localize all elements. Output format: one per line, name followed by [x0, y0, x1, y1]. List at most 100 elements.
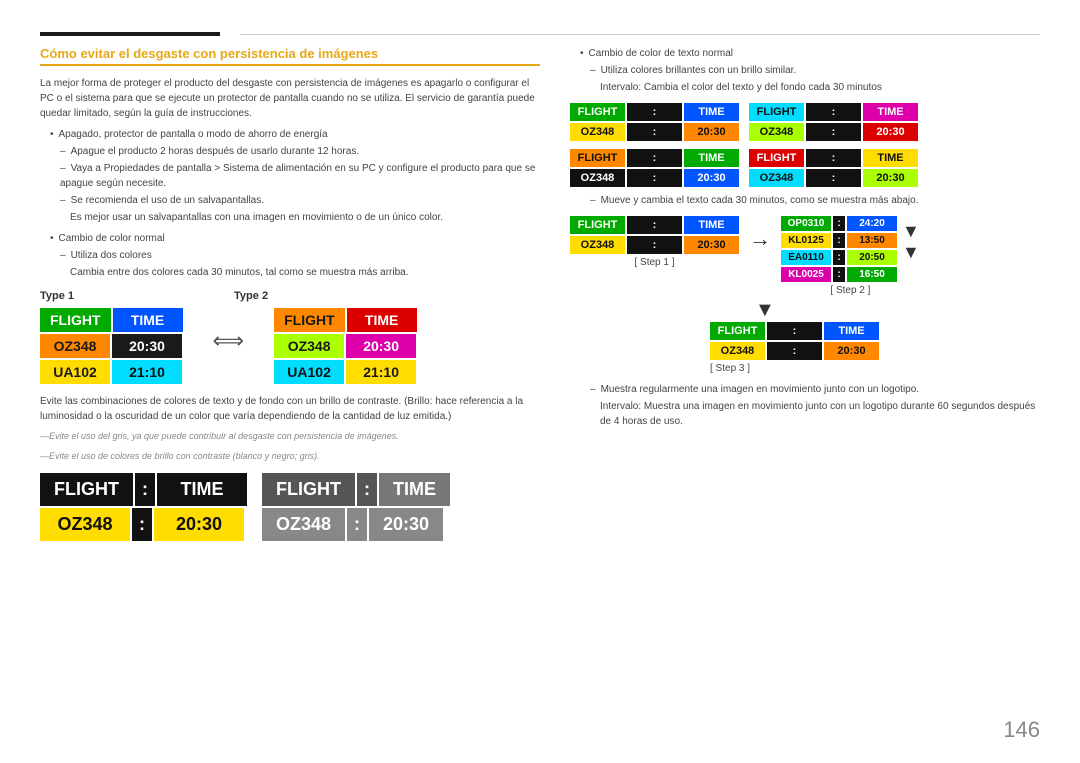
bb2-oz348: OZ348: [262, 508, 345, 541]
s3-flight: FLIGHT: [710, 322, 765, 340]
right-dash-2: Mueve y cambia el texto cada 30 minutos,…: [590, 193, 1040, 208]
step2-to-step3-arrow: ▼: [755, 299, 1040, 322]
rb2l-flight: FLIGHT: [570, 149, 625, 167]
step1-to-step2-arrow: →: [749, 226, 771, 252]
s3-oz348: OZ348: [710, 342, 765, 360]
rb2r-2030: 20:30: [863, 169, 918, 187]
s2-2420: 24:20: [847, 216, 897, 231]
bb2-flight: FLIGHT: [262, 473, 355, 506]
top-line-gray: [240, 34, 1040, 35]
dash-4: Utiliza dos colores: [60, 248, 540, 263]
t1-ua102: UA102: [40, 360, 110, 384]
rb1-left: FLIGHT : TIME OZ348 : 20:30: [570, 103, 739, 141]
rb2r-flight: FLIGHT: [749, 149, 804, 167]
t2-2030: 20:30: [346, 334, 416, 358]
s1-flight: FLIGHT: [570, 216, 625, 234]
page-container: Cómo evitar el desgaste con persistencia…: [0, 0, 1080, 763]
right-note2: Intervalo: Muestra una imagen en movimie…: [600, 399, 1040, 429]
type1-board: FLIGHT TIME OZ348 20:30 UA102 21:10: [40, 308, 183, 384]
type1-label: Type 1: [40, 290, 74, 302]
types-container: FLIGHT TIME OZ348 20:30 UA102 21:10 ⟺: [40, 308, 540, 384]
rb1l-flight: FLIGHT: [570, 103, 625, 121]
note3: —Evite el uso de colores de brillo con c…: [40, 450, 540, 464]
rb2l-oz348: OZ348: [570, 169, 625, 187]
bb1-time: TIME: [157, 473, 247, 506]
note1: Evite las combinaciones de colores de te…: [40, 394, 540, 424]
dash-3: Se recomienda el uso de un salvapantalla…: [60, 193, 540, 208]
intro-text: La mejor forma de proteger el producto d…: [40, 76, 540, 121]
t1-time-label: TIME: [113, 308, 183, 332]
bb1-oz348: OZ348: [40, 508, 130, 541]
step3-board: FLIGHT : TIME OZ348 : 20:30: [710, 322, 879, 360]
rb2-left: FLIGHT : TIME OZ348 : 20:30: [570, 149, 739, 187]
step2-inner: OP0310 : 24:20 KL0125 : 13:50 EA0110: [781, 216, 920, 282]
rb1r-colon: :: [806, 103, 861, 121]
s2-colon2: :: [833, 233, 845, 248]
rb1l-2030: 20:30: [684, 123, 739, 141]
rb1r-colon2: :: [806, 123, 861, 141]
bullet-2: Cambio de color normal: [50, 231, 540, 246]
s2-ea0110: EA0110: [781, 250, 831, 265]
t1-2030: 20:30: [112, 334, 182, 358]
s1-2030: 20:30: [684, 236, 739, 254]
step3-label: [ Step 3 ]: [710, 363, 750, 374]
type-labels: Type 1 Type 2: [40, 290, 540, 302]
double-arrow: ▼ ▼: [902, 221, 920, 263]
top-line-black: [40, 32, 220, 36]
s2-kl0125: KL0125: [781, 233, 831, 248]
dash-1: Apague el producto 2 horas después de us…: [60, 144, 540, 159]
step2-container: OP0310 : 24:20 KL0125 : 13:50 EA0110: [781, 216, 920, 296]
step1-container: FLIGHT : TIME OZ348 : 20:30 [ Step 1 ]: [570, 216, 739, 268]
t2-ua102: UA102: [274, 360, 344, 384]
page-number: 146: [1003, 717, 1040, 743]
s3-colon: :: [767, 322, 822, 340]
bb2-time: TIME: [379, 473, 450, 506]
t1-flight-label: FLIGHT: [40, 308, 111, 332]
right-dash-1: Utiliza colores brillantes con un brillo…: [590, 63, 1040, 78]
rb1l-time: TIME: [684, 103, 739, 121]
rb1l-colon: :: [627, 103, 682, 121]
rb2l-colon: :: [627, 149, 682, 167]
right-notes: Muestra regularmente una imagen en movim…: [570, 382, 1040, 429]
rb1r-oz348: OZ348: [749, 123, 804, 141]
right-boards-row2: FLIGHT : TIME OZ348 : 20:30 FLIGHT :: [570, 149, 1040, 187]
bb2-colon: :: [357, 473, 377, 506]
rb1r-flight: FLIGHT: [749, 103, 804, 121]
rb1l-oz348: OZ348: [570, 123, 625, 141]
bottom-boards: FLIGHT : TIME OZ348 : 20:30 FLIGHT :: [40, 473, 540, 541]
bb1-colon: :: [135, 473, 155, 506]
right-bullet-1: Cambio de color de texto normal: [580, 46, 1040, 61]
s3-2030: 20:30: [824, 342, 879, 360]
rb2l-2030: 20:30: [684, 169, 739, 187]
rb2-right: FLIGHT : TIME OZ348 : 20:30: [749, 149, 918, 187]
bottom-board-2: FLIGHT : TIME OZ348 : 20:30: [262, 473, 450, 541]
steps-row: FLIGHT : TIME OZ348 : 20:30 [ Step 1 ] →: [570, 216, 1040, 296]
s1-colon: :: [627, 216, 682, 234]
step2-label: [ Step 2 ]: [830, 285, 870, 296]
type2-label: Type 2: [234, 290, 268, 302]
right-note1: Muestra regularmente una imagen en movim…: [590, 382, 1040, 397]
t2-flight-label: FLIGHT: [274, 308, 345, 332]
rb1l-colon2: :: [627, 123, 682, 141]
s1-oz348: OZ348: [570, 236, 625, 254]
s2-1350: 13:50: [847, 233, 897, 248]
rb2l-time: TIME: [684, 149, 739, 167]
step1-label: [ Step 1 ]: [634, 257, 674, 268]
right-boards-grid: FLIGHT : TIME OZ348 : 20:30 FLIGHT :: [570, 103, 1040, 141]
s2-kl0025: KL0025: [781, 267, 831, 282]
rb2r-colon2: :: [806, 169, 861, 187]
s2-op0310: OP0310: [781, 216, 831, 231]
type2-board: FLIGHT TIME OZ348 20:30 UA102 21:10: [274, 308, 417, 384]
bullet-1: Apagado, protector de pantalla o modo de…: [50, 127, 540, 142]
t1-oz348: OZ348: [40, 334, 110, 358]
t2-oz348: OZ348: [274, 334, 344, 358]
s1-colon2: :: [627, 236, 682, 254]
step2-board: OP0310 : 24:20 KL0125 : 13:50 EA0110: [781, 216, 897, 282]
arrow-between: ⟺: [213, 328, 245, 354]
bb1-flight: FLIGHT: [40, 473, 133, 506]
bb1-2030: 20:30: [154, 508, 244, 541]
t1-2110: 21:10: [112, 360, 182, 384]
rb1r-time: TIME: [863, 103, 918, 121]
dash-3b: Es mejor usar un salvapantallas con una …: [70, 210, 540, 225]
right-column: Cambio de color de texto normal Utiliza …: [570, 46, 1040, 743]
